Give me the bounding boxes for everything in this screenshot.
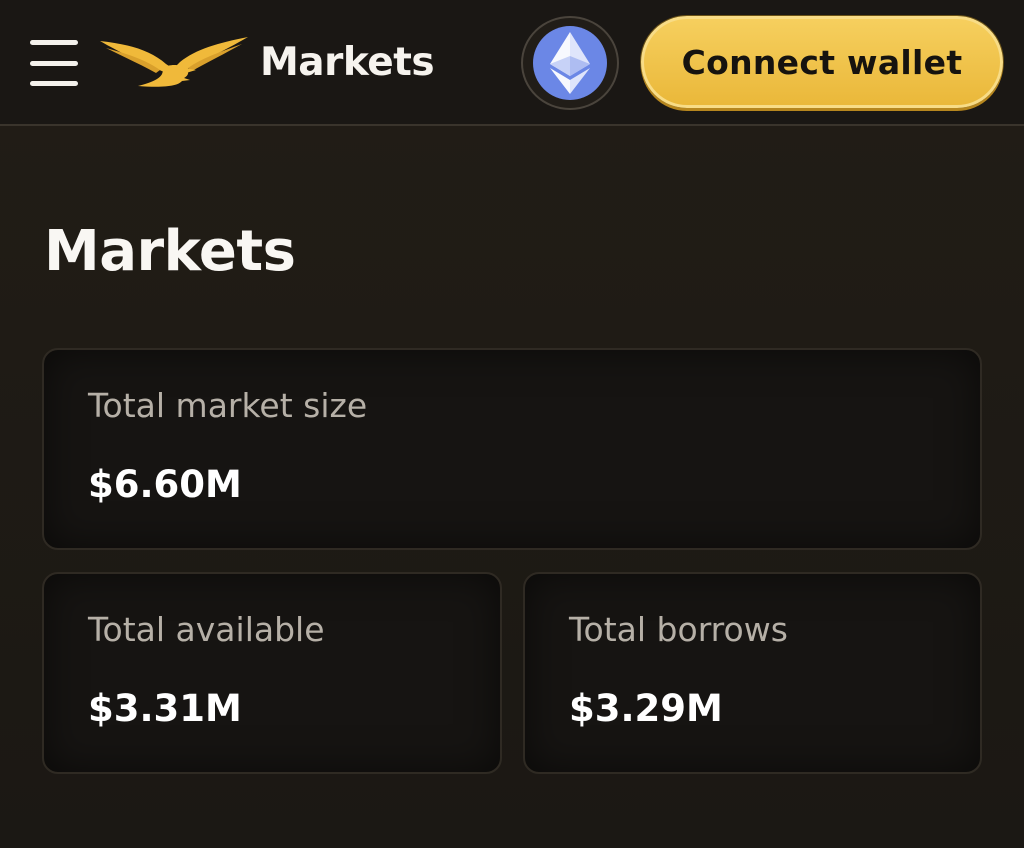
stat-value: $6.60M xyxy=(88,463,242,506)
stat-value: $3.29M xyxy=(569,687,723,730)
total-borrows-card: Total borrows $3.29M xyxy=(523,572,982,774)
top-bar: Markets Connect wallet xyxy=(0,0,1024,126)
eagle-logo-icon[interactable] xyxy=(98,34,250,90)
total-available-card: Total available $3.31M xyxy=(42,572,502,774)
stat-label: Total available xyxy=(88,610,325,649)
menu-line xyxy=(30,81,78,86)
menu-line xyxy=(30,60,78,66)
ethereum-glyph xyxy=(550,32,590,94)
network-selector-button[interactable] xyxy=(521,16,619,110)
stat-value: $3.31M xyxy=(88,687,242,730)
menu-line xyxy=(30,40,78,45)
connect-wallet-button[interactable]: Connect wallet xyxy=(641,16,1003,108)
stat-label: Total market size xyxy=(88,386,368,425)
header-title: Markets xyxy=(260,40,435,85)
ethereum-icon xyxy=(533,26,607,100)
stat-label: Total borrows xyxy=(569,610,788,649)
page-title: Markets xyxy=(44,219,296,284)
total-market-size-card: Total market size $6.60M xyxy=(42,348,982,550)
hamburger-menu-icon[interactable] xyxy=(30,40,80,86)
